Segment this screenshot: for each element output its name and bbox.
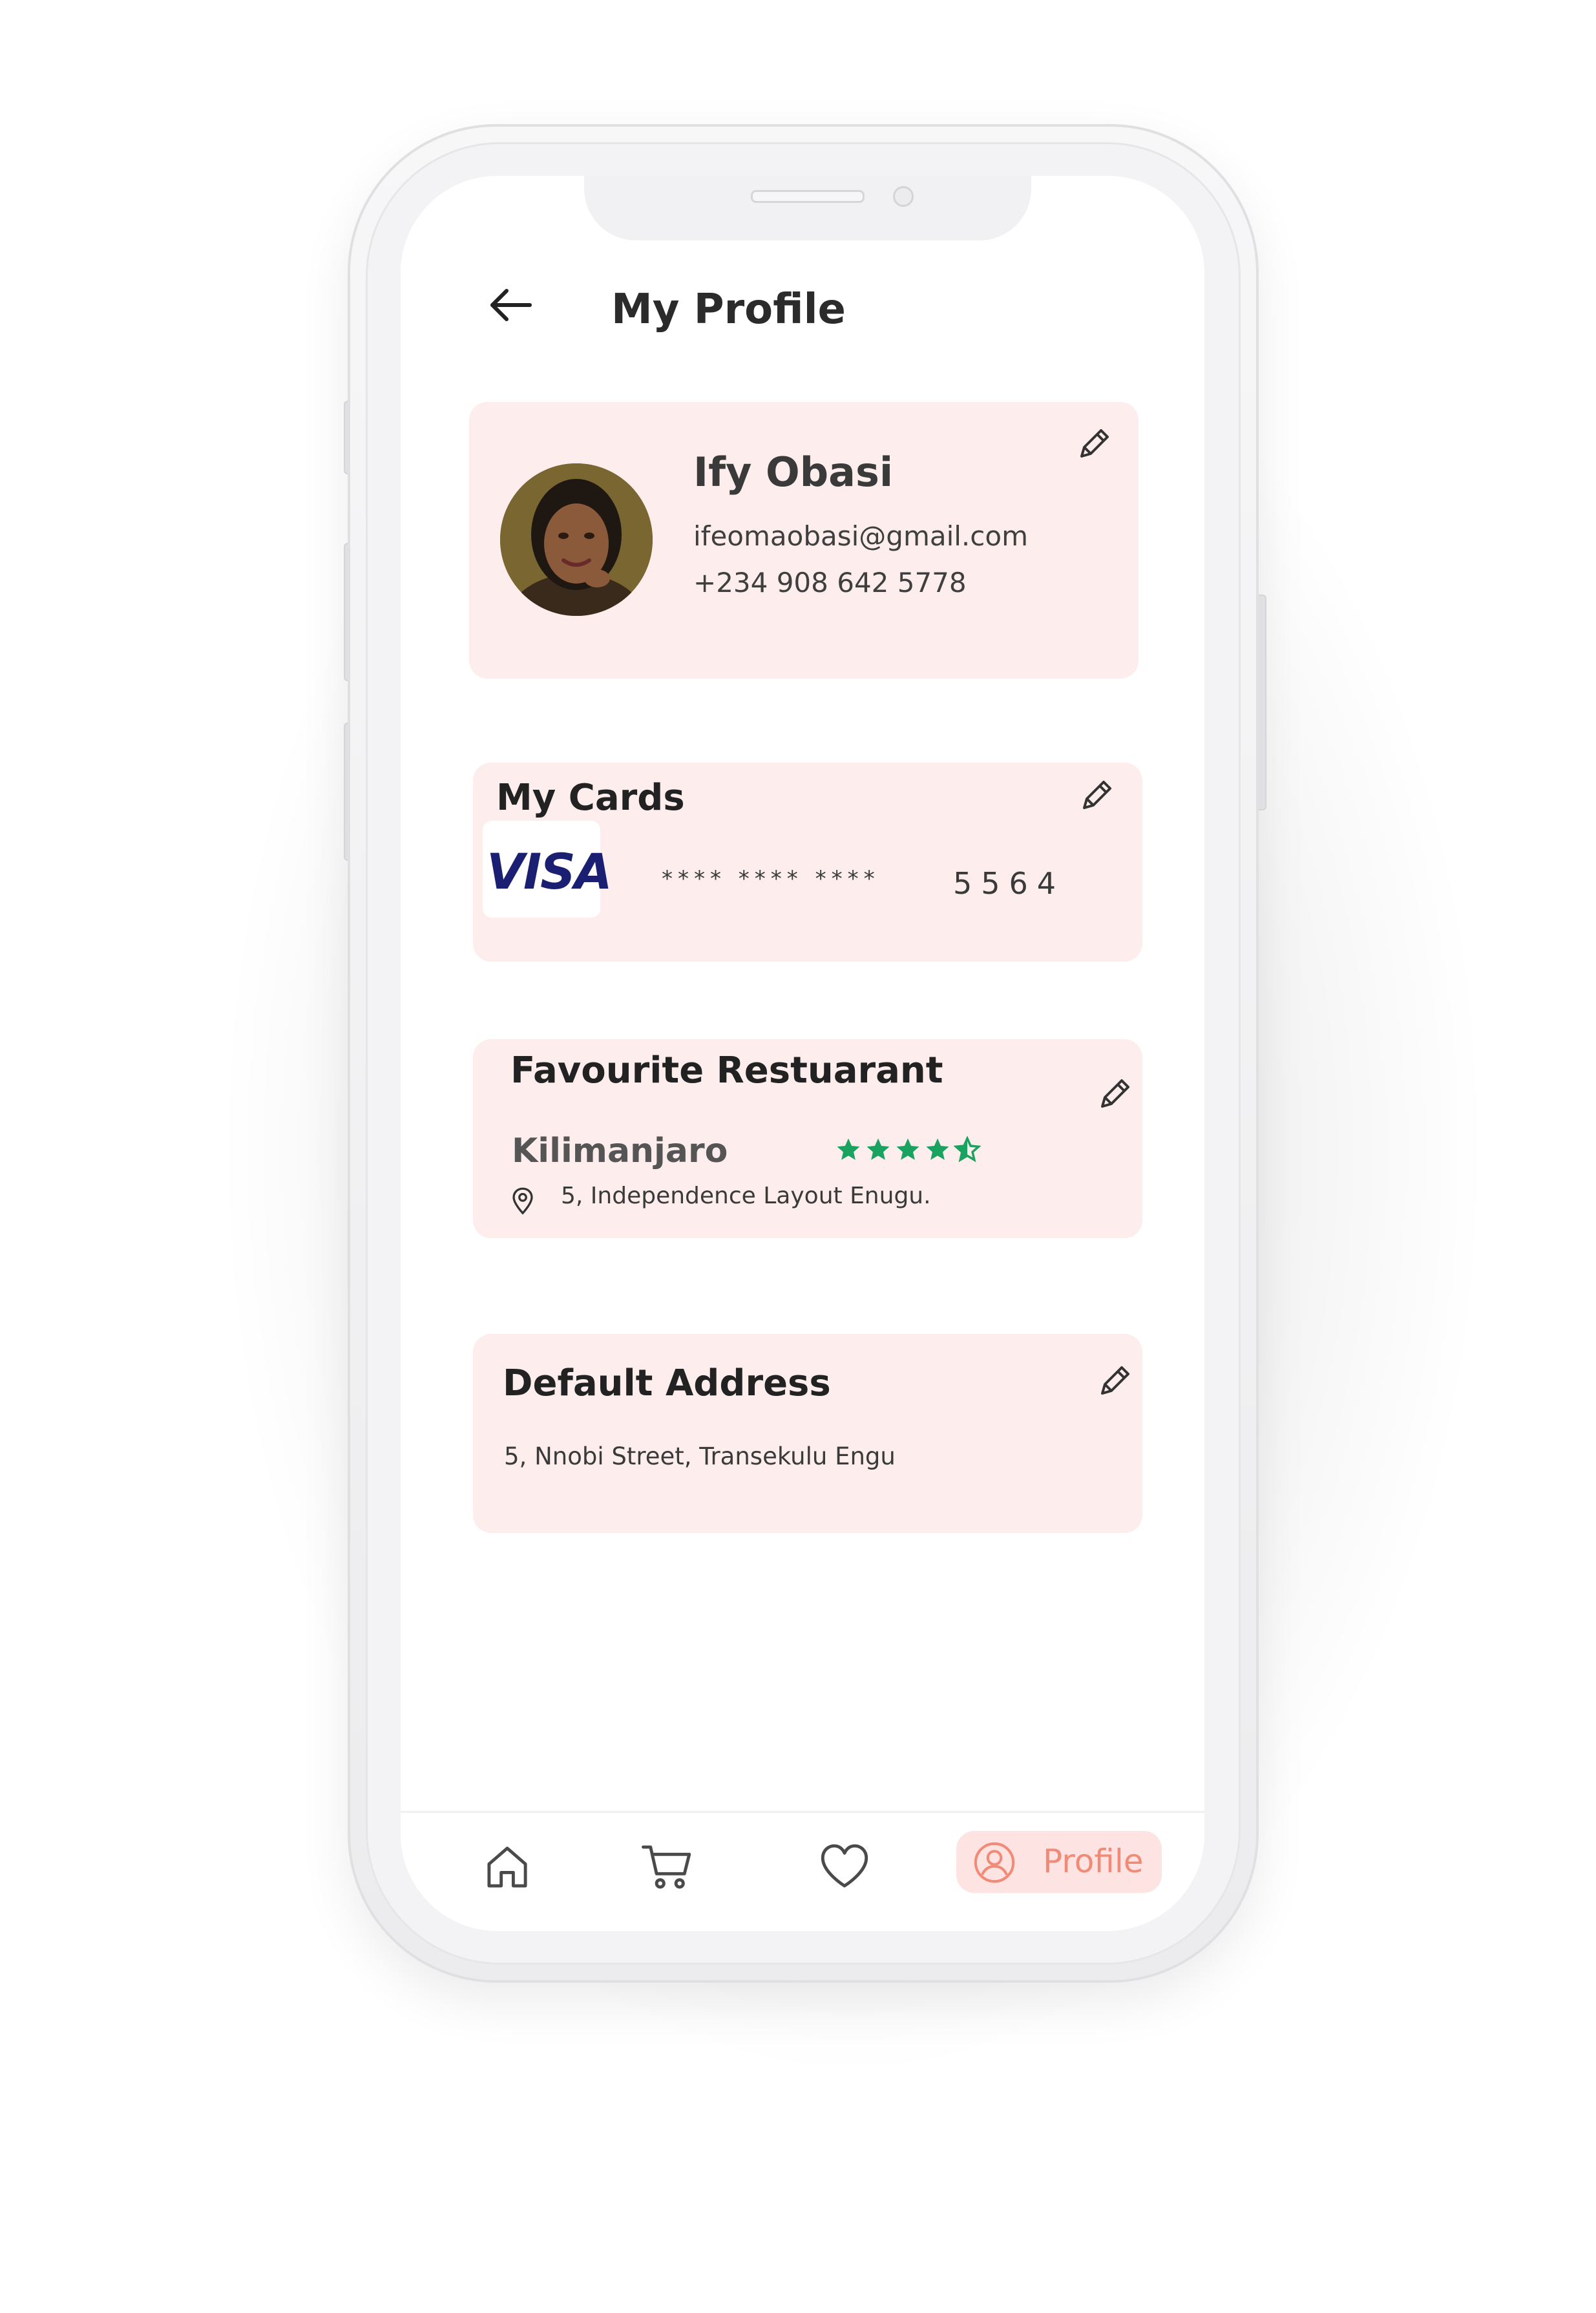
bottom-nav: Profile <box>401 1811 1204 1931</box>
star-full-icon <box>896 1138 919 1160</box>
screen: My Profile Ify Obasi ifeomaobasi@gmail.c… <box>401 176 1204 1931</box>
heart-icon <box>821 1844 868 1888</box>
star-full-icon <box>866 1138 890 1160</box>
back-button[interactable] <box>485 279 536 331</box>
notch <box>584 176 1031 240</box>
my-cards-card: My Cards VISA **** **** **** 5564 <box>473 763 1142 962</box>
pencil-icon <box>1101 1079 1129 1108</box>
default-address-title: Default Address <box>503 1362 831 1404</box>
my-cards-title: My Cards <box>496 777 685 819</box>
favourite-restaurant-title: Favourite Restuarant <box>510 1050 943 1092</box>
default-address-text: 5, Nnobi Street, Transekulu Engu <box>504 1442 896 1470</box>
arrow-left-icon <box>490 289 532 321</box>
pencil-icon <box>1101 1366 1129 1395</box>
avatar <box>500 463 653 616</box>
nav-home[interactable] <box>478 1837 536 1896</box>
location-pin-icon <box>512 1187 533 1215</box>
cart-icon <box>642 1845 691 1889</box>
page-title: My Profile <box>611 286 846 333</box>
edit-cards-button[interactable] <box>1078 777 1115 814</box>
user-phone: +234 908 642 5778 <box>693 567 967 598</box>
profile-icon <box>974 1842 1015 1883</box>
star-full-icon <box>926 1138 949 1160</box>
default-address-card: Default Address 5, Nnobi Street, Transek… <box>473 1334 1142 1533</box>
card-number-last4: 5564 <box>953 866 1066 901</box>
user-email: ifeomaobasi@gmail.com <box>693 520 1028 552</box>
speaker-grille <box>751 190 865 203</box>
edit-restaurant-button[interactable] <box>1096 1075 1133 1113</box>
nav-profile[interactable]: Profile <box>956 1831 1162 1893</box>
front-camera <box>893 186 914 207</box>
avatar-photo <box>500 463 653 616</box>
visa-wordmark: VISA <box>487 843 613 900</box>
edit-address-button[interactable] <box>1096 1362 1133 1400</box>
user-name: Ify Obasi <box>693 449 894 496</box>
home-icon <box>487 1846 527 1888</box>
pencil-icon <box>1080 429 1109 458</box>
header: My Profile <box>401 247 1204 337</box>
nav-favourites[interactable] <box>815 1837 874 1896</box>
favourite-restaurant-card: Favourite Restuarant Kilimanjaro 5, Inde… <box>473 1039 1142 1238</box>
edit-profile-button[interactable] <box>1075 425 1113 463</box>
pencil-icon <box>1083 781 1111 809</box>
visa-logo: VISA <box>483 821 613 918</box>
nav-cart[interactable] <box>638 1837 697 1896</box>
star-half-icon <box>954 1136 981 1163</box>
nav-profile-label: Profile <box>1043 1843 1144 1880</box>
profile-card: Ify Obasi ifeomaobasi@gmail.com +234 908… <box>469 402 1139 679</box>
stage: My Profile Ify Obasi ifeomaobasi@gmail.c… <box>0 0 1596 2313</box>
restaurant-address: 5, Independence Layout Enugu. <box>561 1183 931 1209</box>
rating-stars <box>835 1136 981 1163</box>
star-full-icon <box>837 1138 860 1160</box>
restaurant-name: Kilimanjaro <box>512 1132 728 1170</box>
card-number-masked: **** **** **** <box>662 866 880 892</box>
